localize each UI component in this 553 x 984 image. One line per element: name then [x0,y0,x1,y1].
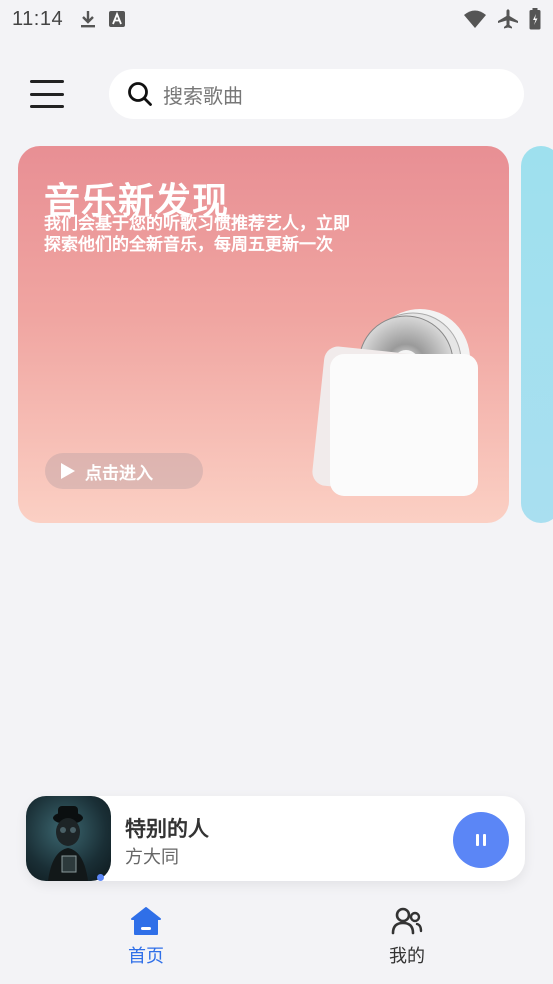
search-placeholder[interactable]: 搜索歌曲 [163,80,243,109]
status-right-icons [463,8,541,30]
download-icon [81,11,96,28]
nav-home-label: 首页 [128,946,164,967]
status-time: 11:14 [12,7,64,30]
wifi-icon [464,10,486,28]
search-icon [128,82,152,106]
search-bar[interactable]: 搜索歌曲 [109,69,524,119]
playback-progress-dot [97,874,104,881]
users-icon [391,907,423,935]
nav-mine[interactable]: 我的 [357,906,457,968]
nav-mine-label: 我的 [389,946,425,967]
mini-player[interactable]: 特别的人 方大同 [26,796,525,881]
bottom-nav: 首页 我的 [0,900,553,984]
status-left-icons [79,9,126,29]
cd-sleeve-illustration [312,309,478,496]
banner-description: 我们会基于您的听歌习惯推荐艺人，立即探索他们的全新音乐，每周五更新一次 [44,214,350,255]
battery-icon [529,8,541,30]
airplane-icon [498,9,518,29]
menu-line [30,105,64,108]
home-icon [131,907,161,935]
album-art [48,806,88,881]
text-a-icon [109,11,126,27]
discover-banner[interactable]: 音乐新发现 我们会基于您的听歌习惯推荐艺人，立即探索他们的全新音乐，每周五更新一… [18,146,509,523]
album-cover[interactable] [26,796,111,881]
pause-icon-bar [483,834,486,846]
nav-home[interactable]: 首页 [96,906,196,968]
next-banner-card[interactable] [521,146,553,523]
song-artist: 方大同 [125,847,179,868]
banner-enter-button[interactable]: 点击进入 [45,453,203,489]
pause-icon-bar [476,834,479,846]
menu-line [30,80,64,83]
pause-button[interactable] [453,812,509,868]
banner-enter-label: 点击进入 [85,463,153,484]
menu-line [30,92,64,96]
status-bar: 11:14 [0,0,553,38]
hamburger-menu-icon[interactable] [30,80,64,108]
play-icon [61,463,75,479]
song-title: 特别的人 [125,817,209,841]
